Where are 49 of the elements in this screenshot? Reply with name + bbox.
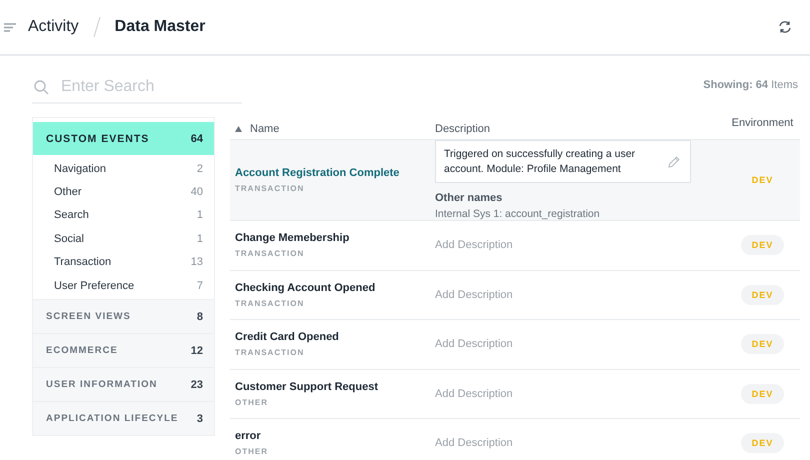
event-name[interactable]: Change Memebership xyxy=(235,232,435,244)
table-row[interactable]: Checking Account Opened TRANSACTION Add Description DEV xyxy=(230,270,800,320)
category-item[interactable]: USER INFORMATION 23 xyxy=(33,367,214,402)
event-category: TRANSACTION xyxy=(235,184,306,193)
event-name[interactable]: Credit Card Opened xyxy=(235,331,435,344)
event-category: OTHER xyxy=(235,398,269,407)
subcategory-item[interactable]: Social 1 xyxy=(33,227,214,251)
description-field[interactable]: Triggered on successfully creating a user account. Module: Profile Management xyxy=(435,140,691,183)
subcategory-item[interactable]: Navigation 2 xyxy=(33,157,214,180)
event-name[interactable]: Account Registration Complete xyxy=(235,167,435,179)
event-name[interactable]: Checking Account Opened xyxy=(235,282,435,294)
subcategory-item[interactable]: Transaction 13 xyxy=(33,250,214,274)
item-count: Showing: 64 Items xyxy=(703,78,798,91)
category-item[interactable]: ECOMMERCE 12 xyxy=(33,333,214,368)
subcategory-item[interactable]: Other 40 xyxy=(33,180,214,204)
event-category: TRANSACTION xyxy=(235,298,306,308)
environment-tag: DEV xyxy=(740,235,784,256)
event-category: TRANSACTION xyxy=(235,249,306,258)
event-category: OTHER xyxy=(235,447,269,456)
table-row[interactable]: error OTHER Add Description DEV xyxy=(230,419,800,460)
table-row[interactable]: Change Memebership TRANSACTION Add Description DEV xyxy=(230,221,800,270)
environment-tag: DEV xyxy=(740,384,784,404)
column-header[interactable]: Description xyxy=(435,117,725,135)
table-row[interactable]: Customer Support Request OTHER Add Description DEV xyxy=(230,370,800,419)
category-item[interactable]: CUSTOM EVENTS 64 xyxy=(33,122,214,155)
environment-tag: DEV xyxy=(740,170,784,190)
category-item[interactable]: APPLICATION LIFECYLE 3 xyxy=(33,401,214,436)
column-header[interactable]: Name xyxy=(235,117,435,135)
slash-separator-icon xyxy=(92,17,101,37)
breadcrumb-link[interactable]: Activity xyxy=(28,18,79,36)
environment-tag: DEV xyxy=(740,433,784,454)
event-name[interactable]: error xyxy=(235,430,435,442)
other-names-text: Internal Sys 1: account_registration xyxy=(435,208,601,220)
sort-ascending-icon[interactable] xyxy=(235,126,242,132)
search-icon xyxy=(34,80,49,94)
table-row[interactable]: Account Registration Complete TRANSACTION Triggered on successfully creating a user account. Module: Profile Management Other names Internal Sys 1: account_registration DEV xyxy=(230,140,800,221)
environment-tag: DEV xyxy=(740,334,784,354)
event-name[interactable]: Customer Support Request xyxy=(235,380,435,393)
table-row[interactable]: Credit Card Opened TRANSACTION Add Description DEV xyxy=(230,320,800,370)
other-names-label: Other names xyxy=(435,192,504,204)
refresh-icon[interactable] xyxy=(778,20,792,34)
category-item[interactable]: SCREEN VIEWS 8 xyxy=(33,299,214,334)
page-title: Data Master xyxy=(114,18,206,36)
environment-tag: DEV xyxy=(740,284,784,305)
column-header[interactable]: Environment xyxy=(725,117,800,129)
subcategory-item[interactable]: Search 1 xyxy=(33,204,214,228)
subcategory-item[interactable]: User Preference 7 xyxy=(33,274,214,298)
event-category: TRANSACTION xyxy=(235,348,306,358)
menu-icon[interactable] xyxy=(4,22,16,32)
